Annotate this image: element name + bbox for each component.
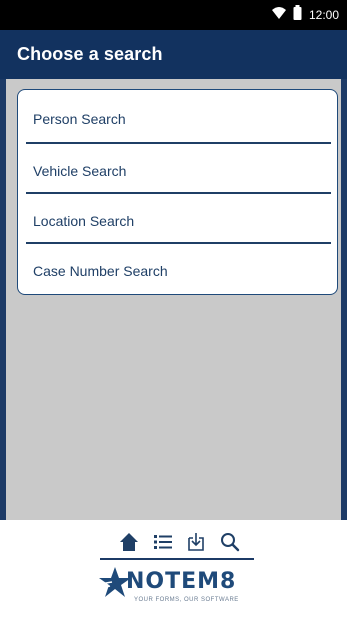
bottom-area: NOTEM8 YOUR FORMS, OUR SOFTWARE (0, 520, 347, 620)
vehicle-search-label: Vehicle Search (33, 163, 127, 179)
person-search-label: Person Search (33, 111, 126, 127)
status-bar: 12:00 (0, 0, 347, 30)
brand-name: NOTEM8 (126, 569, 237, 594)
list-button[interactable] (151, 532, 175, 556)
brand-tagline: YOUR FORMS, OUR SOFTWARE (134, 597, 239, 603)
location-search-label: Location Search (33, 213, 135, 229)
bottom-nav (117, 530, 242, 558)
search-button[interactable] (218, 532, 242, 556)
right-edge (341, 79, 347, 520)
download-icon (186, 532, 206, 557)
status-time: 12:00 (308, 8, 339, 22)
nav-underline (100, 558, 254, 560)
status-icons: 12:00 (271, 5, 339, 25)
home-icon (119, 532, 139, 557)
page-title: Choose a search (17, 44, 163, 64)
download-button[interactable] (184, 532, 208, 556)
person-search-option[interactable]: Person Search (18, 90, 337, 140)
wifi-icon (271, 6, 286, 24)
case-number-search-label: Case Number Search (33, 263, 168, 279)
location-search-option[interactable]: Location Search (18, 192, 337, 242)
search-content: Person Search Vehicle Search Location Se… (0, 79, 347, 520)
home-button[interactable] (117, 532, 141, 556)
case-number-search-option[interactable]: Case Number Search (18, 242, 337, 292)
search-options-card: Person Search Vehicle Search Location Se… (17, 89, 338, 295)
app-bar: Choose a search (0, 30, 347, 79)
vehicle-search-option[interactable]: Vehicle Search (18, 142, 337, 192)
search-icon (220, 532, 240, 557)
list-icon (153, 532, 173, 557)
brand-logo: NOTEM8 YOUR FORMS, OUR SOFTWARE (98, 565, 268, 613)
left-edge (0, 79, 6, 520)
battery-icon (293, 5, 302, 25)
app-screen: 12:00 Choose a search Person Search Vehi… (0, 0, 347, 620)
